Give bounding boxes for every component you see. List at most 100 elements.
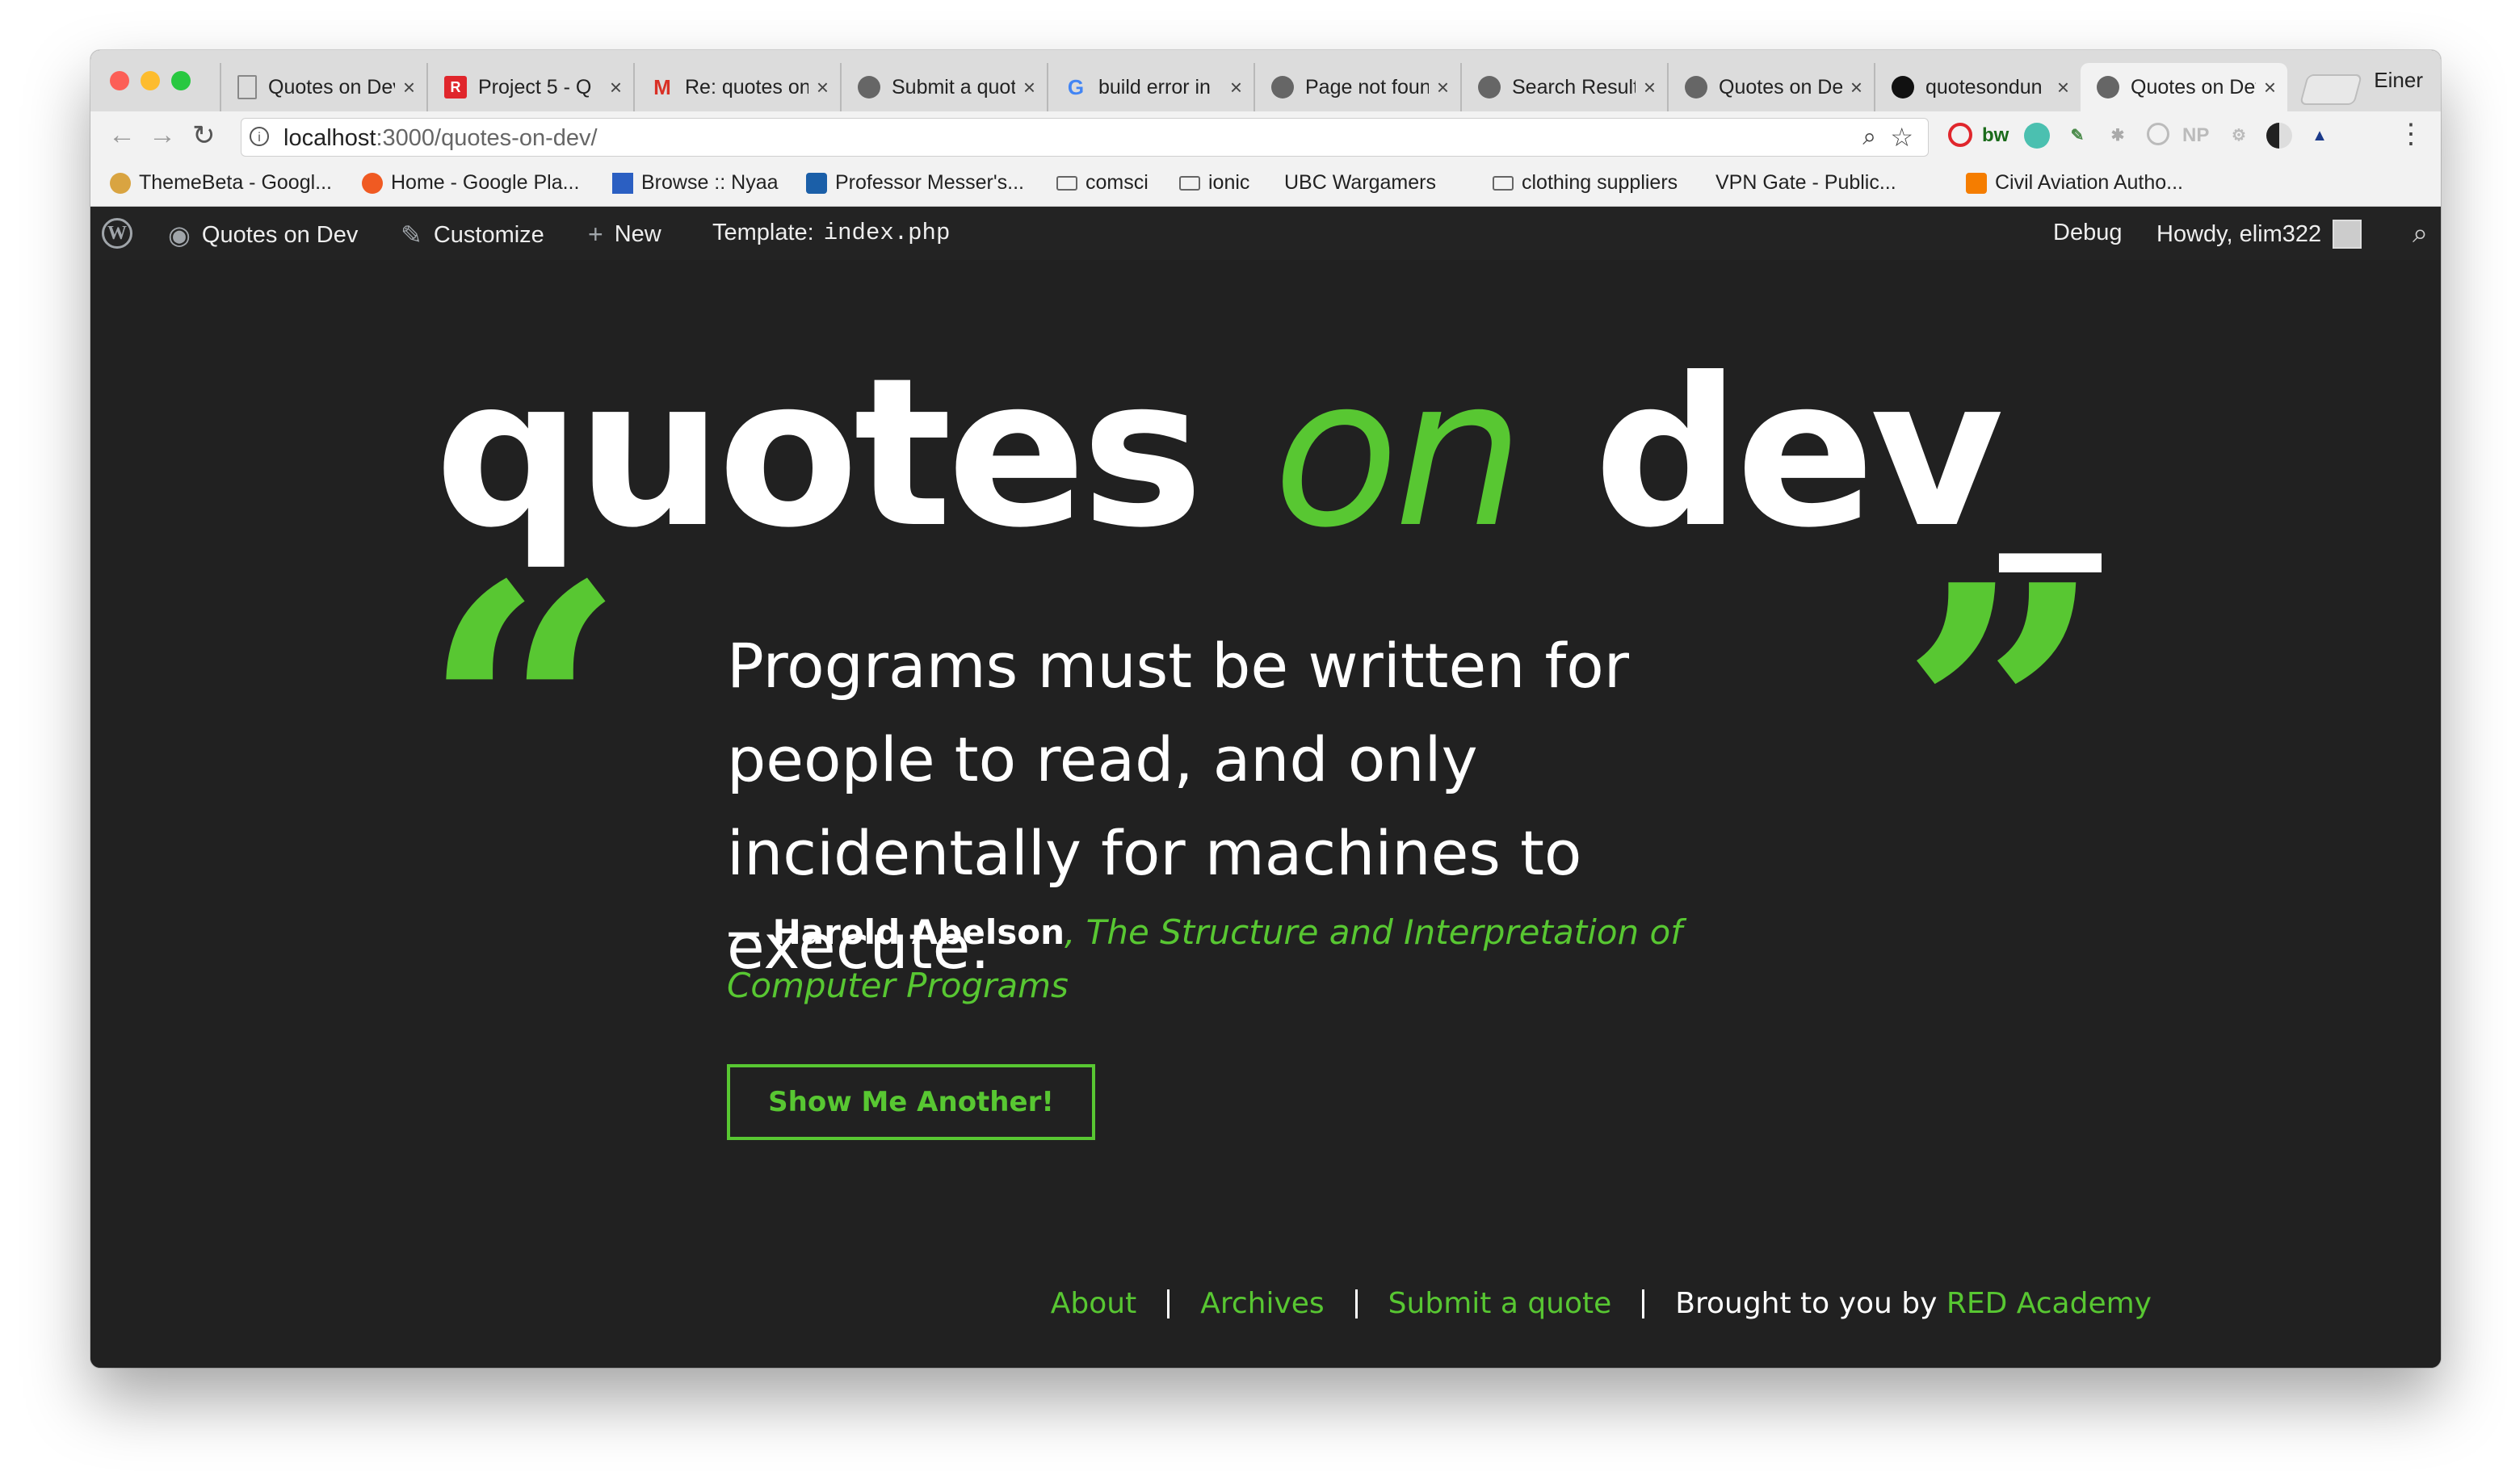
contrast-extension-icon[interactable] xyxy=(2266,123,2292,149)
kebab-menu-icon[interactable]: ⋮ xyxy=(2397,118,2425,150)
back-arrow-icon[interactable]: ← xyxy=(108,119,136,151)
tab-title: Re: quotes on xyxy=(685,75,808,99)
bookmark-label: Civil Aviation Autho... xyxy=(1995,171,2184,194)
bookmark-item[interactable]: Browse :: Nyaa xyxy=(612,171,779,195)
browser-tab[interactable]: Quotes on Dev × xyxy=(1667,63,1874,111)
bookmarks-bar: ThemeBeta - Googl... Home - Google Pla..… xyxy=(90,161,2441,400)
admin-debug-label: Debug xyxy=(2053,220,2123,245)
tab-title: Quotes on Dev xyxy=(268,75,395,99)
google-icon: G xyxy=(1067,74,1085,99)
url-host: localhost xyxy=(283,125,376,151)
admin-account[interactable]: Howdy, elim322 xyxy=(2156,220,2362,249)
np-extension-icon[interactable]: NP xyxy=(2182,123,2209,149)
open-quote-icon: “ xyxy=(422,508,627,925)
teal-extension-icon[interactable] xyxy=(2024,123,2050,149)
opera-extension-icon[interactable] xyxy=(1948,123,1972,147)
bookmark-item[interactable]: Professor Messer's... xyxy=(806,171,1024,195)
close-icon[interactable]: × xyxy=(1850,75,1862,100)
close-icon[interactable]: × xyxy=(610,75,622,100)
close-icon[interactable]: × xyxy=(1644,75,1656,100)
browser-tab[interactable]: R Project 5 - Q × xyxy=(426,63,633,111)
folder-icon xyxy=(1493,175,1514,191)
page-content: quotes on dev_ “ ” Programs must be writ… xyxy=(90,260,2441,1368)
address-bar[interactable]: i localhost:3000/quotes-on-dev/ ⌕ ☆ xyxy=(241,118,1929,157)
forward-arrow-icon[interactable]: → xyxy=(149,119,176,151)
r-logo-icon: R xyxy=(444,76,467,99)
folder-icon xyxy=(1179,175,1200,191)
github-icon xyxy=(1892,76,1914,99)
browser-tab[interactable]: Page not found × xyxy=(1254,63,1460,111)
admin-template-info[interactable]: Template: index.php xyxy=(712,220,950,246)
close-icon[interactable]: × xyxy=(2264,75,2276,100)
footer-divider xyxy=(1642,1289,1645,1318)
browser-tab[interactable]: Search Results × xyxy=(1460,63,1667,111)
bookmark-label: Home - Google Pla... xyxy=(391,171,580,194)
bookmark-label: comsci xyxy=(1086,171,1149,194)
close-window-button[interactable] xyxy=(110,71,129,90)
wordpress-logo-icon[interactable]: W xyxy=(102,218,132,249)
admin-customize[interactable]: ✎ Customize xyxy=(401,220,544,250)
bookmark-item[interactable]: ThemeBeta - Googl... xyxy=(110,171,332,195)
folder-icon xyxy=(1056,175,1077,191)
show-another-button[interactable]: Show Me Another! xyxy=(727,1064,1095,1140)
close-icon[interactable]: × xyxy=(1437,75,1449,100)
footer-divider xyxy=(1354,1289,1358,1318)
footer-divider xyxy=(1167,1289,1170,1318)
browser-tab-active[interactable]: Quotes on Dev × xyxy=(2081,63,2287,111)
admin-customize-label: Customize xyxy=(433,221,544,248)
bookmark-item[interactable]: ionic xyxy=(1179,171,1249,195)
bookmark-item[interactable]: UBC Wargamers xyxy=(1284,171,1436,400)
github-octocat-icon xyxy=(2097,76,2119,99)
admin-site-name[interactable]: ◉ Quotes on Dev xyxy=(168,220,358,250)
drive-extension-icon[interactable]: ▲ xyxy=(2307,123,2333,149)
bookmark-item[interactable]: Civil Aviation Autho... xyxy=(1966,171,2183,195)
search-icon[interactable]: ⌕ xyxy=(2413,218,2428,249)
zoom-icon[interactable]: ⌕ xyxy=(1862,124,1876,151)
close-icon[interactable]: × xyxy=(2057,75,2069,100)
browser-tab[interactable]: G build error in × xyxy=(1047,63,1254,111)
footer-link-red-academy[interactable]: RED Academy xyxy=(1946,1287,2152,1320)
browser-tab[interactable]: Quotes on Dev × xyxy=(220,63,426,111)
admin-new[interactable]: + New xyxy=(588,220,661,249)
profile-button[interactable]: Einer xyxy=(2374,68,2423,93)
quote-author: — Harold Abelson xyxy=(727,912,1065,952)
nyaa-icon xyxy=(612,172,633,194)
github-octocat-icon xyxy=(1271,76,1294,99)
admin-debug[interactable]: Debug xyxy=(2053,220,2122,246)
new-tab-button[interactable] xyxy=(2299,74,2363,105)
close-icon[interactable]: × xyxy=(817,75,829,100)
tab-title: Quotes on Dev xyxy=(1719,75,1842,99)
themebeta-icon xyxy=(110,172,131,194)
bookmark-star-icon[interactable]: ☆ xyxy=(1890,122,1913,153)
circle-extension-icon[interactable] xyxy=(2147,123,2169,145)
browser-tab[interactable]: M Re: quotes on × xyxy=(633,63,840,111)
template-file: index.php xyxy=(823,220,951,246)
template-label: Template: xyxy=(712,220,814,245)
close-icon[interactable]: × xyxy=(403,75,415,100)
bug-extension-icon[interactable]: ✱ xyxy=(2105,123,2131,149)
maximize-window-button[interactable] xyxy=(171,71,191,90)
bw-extension-icon[interactable]: bw xyxy=(1982,123,2009,149)
bookmark-item[interactable]: comsci xyxy=(1056,171,1149,195)
footer-link-submit[interactable]: Submit a quote xyxy=(1388,1287,1612,1320)
bookmark-item[interactable]: Home - Google Pla... xyxy=(362,171,579,195)
footer-link-about[interactable]: About xyxy=(1051,1287,1136,1320)
close-icon[interactable]: × xyxy=(1230,75,1242,100)
gear-extension-icon[interactable]: ⚙ xyxy=(2226,123,2252,149)
dropper-extension-icon[interactable]: ✎ xyxy=(2064,123,2090,149)
close-icon[interactable]: × xyxy=(1023,75,1035,100)
bookmark-item[interactable]: VPN Gate - Public... xyxy=(1715,171,1896,400)
url-text[interactable]: localhost:3000/quotes-on-dev/ xyxy=(283,125,598,152)
browser-tab[interactable]: quotesondun × xyxy=(1874,63,2081,111)
browser-tab[interactable]: Submit a quote × xyxy=(840,63,1047,111)
minimize-window-button[interactable] xyxy=(141,71,160,90)
footer-link-archives[interactable]: Archives xyxy=(1200,1287,1324,1320)
tab-title: build error in xyxy=(1098,75,1211,99)
reload-icon[interactable]: ↻ xyxy=(192,119,216,152)
footer-credit-prefix: Brought to you by xyxy=(1675,1287,1938,1320)
browser-toolbar: ← → ↻ i localhost:3000/quotes-on-dev/ ⌕ … xyxy=(90,111,2441,161)
bookmark-label: clothing suppliers xyxy=(1522,171,1678,194)
info-icon[interactable]: i xyxy=(250,127,269,146)
bookmark-item[interactable]: clothing suppliers xyxy=(1493,171,1678,195)
bookmark-label: Browse :: Nyaa xyxy=(641,171,779,194)
